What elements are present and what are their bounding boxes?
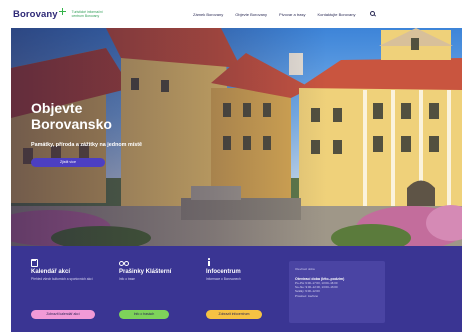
site-logo[interactable]: Borovany Turistické informační centrum B… xyxy=(13,8,114,20)
card-description: Informace o Borovanech xyxy=(206,277,241,281)
hero-overlay xyxy=(11,28,462,246)
nav-item-zamek[interactable]: Zámek Borovany xyxy=(193,12,223,17)
trail-info-button[interactable]: Info o trasách xyxy=(119,310,169,319)
logo-tagline: Turistické informační centrum Borovany xyxy=(71,10,103,18)
card-description: Info o trase xyxy=(119,277,135,281)
hours-label: Otevírací doba xyxy=(295,267,315,271)
card-title: Infocentrum xyxy=(206,269,241,275)
card-title: Kalendář akcí xyxy=(31,269,71,275)
card-trail[interactable]: Prašinky Klášterní Info o trase Info o t… xyxy=(119,258,199,319)
calendar-button[interactable]: Zobrazit kalendář akcí xyxy=(31,310,95,319)
hero-banner: Objevte Borovansko Památky, příroda a zá… xyxy=(11,28,462,246)
site-header: Borovany Turistické informační centrum B… xyxy=(11,0,462,28)
hero-title: Objevte Borovansko xyxy=(31,100,112,132)
search-icon[interactable] xyxy=(369,11,376,17)
hero-subtitle: Památky, příroda a zážitky na jednom mís… xyxy=(31,142,143,148)
card-description: Přehled všech kulturních a sportovních a… xyxy=(31,277,93,281)
page: Borovany Turistické informační centrum B… xyxy=(11,0,462,332)
bike-icon xyxy=(119,258,199,267)
card-title: Prašinky Klášterní xyxy=(119,269,172,275)
opening-hours-box: Otevírací doba Otevírací doba (léto–podz… xyxy=(289,261,385,323)
card-infocenter[interactable]: Infocentrum Informace o Borovanech Zobra… xyxy=(206,258,286,319)
nav-item-objevte[interactable]: Objevte Borovany xyxy=(235,12,267,17)
card-calendar[interactable]: Kalendář akcí Přehled všech kulturních a… xyxy=(31,258,111,319)
quick-links-band: Kalendář akcí Přehled všech kulturních a… xyxy=(11,246,462,332)
main-nav: Zámek Borovany Objevte Borovany Pivovar … xyxy=(193,11,376,17)
infocenter-button[interactable]: Zobrazit infocentrum xyxy=(206,310,262,319)
nav-item-pivovar[interactable]: Pivovar a trasy xyxy=(279,12,305,17)
hours-line: Prosinec: zavřeno xyxy=(295,293,319,298)
logo-star-icon xyxy=(58,8,66,15)
hero-cta-button[interactable]: Zjistit více xyxy=(31,158,105,167)
logo-text: Borovany xyxy=(13,8,58,20)
nav-item-kontakt[interactable]: Kontaktujte Borovany xyxy=(317,12,355,17)
info-icon xyxy=(206,258,286,267)
calendar-icon xyxy=(31,258,111,267)
